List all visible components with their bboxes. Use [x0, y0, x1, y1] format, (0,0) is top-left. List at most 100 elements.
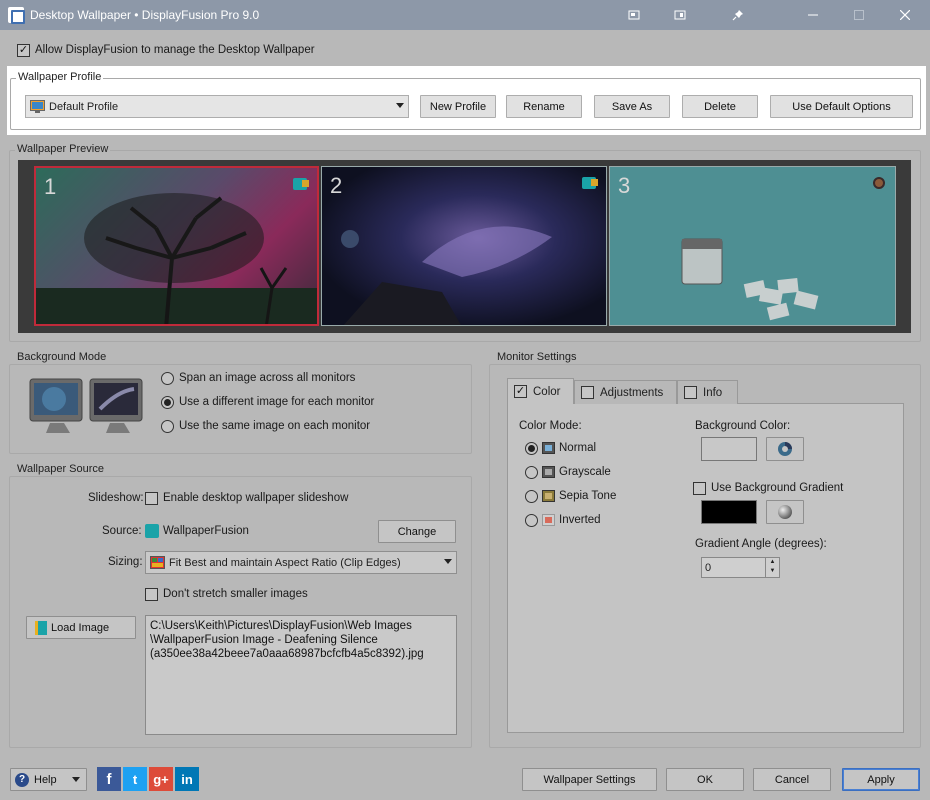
- span-image-radio[interactable]: [161, 372, 174, 385]
- chevron-down-icon: [72, 777, 80, 782]
- twitter-icon[interactable]: t: [123, 767, 147, 791]
- grayscale-mode-icon: [542, 466, 555, 478]
- no-stretch-checkbox[interactable]: [145, 588, 158, 601]
- color-normal-radio[interactable]: [525, 442, 538, 455]
- inverted-mode-icon: [542, 514, 555, 526]
- different-image-radio[interactable]: [161, 396, 174, 409]
- adjustments-tab-checkbox[interactable]: [581, 386, 594, 399]
- color-inverted-radio[interactable]: [525, 514, 538, 527]
- spin-up-icon[interactable]: ▲: [766, 558, 779, 567]
- snap-icon[interactable]: [657, 0, 703, 30]
- monitor-settings-label: Monitor Settings: [495, 351, 579, 363]
- rename-button[interactable]: Rename: [506, 95, 582, 118]
- monitor-profile-icon: [30, 100, 45, 113]
- source-label: Source:: [102, 525, 142, 537]
- linkedin-icon[interactable]: in: [175, 767, 199, 791]
- dual-monitor-icon: [26, 375, 152, 437]
- monitor-3-preview[interactable]: 3: [609, 166, 896, 326]
- minimize-icon[interactable]: [790, 0, 836, 30]
- cancel-button[interactable]: Cancel: [753, 768, 831, 791]
- load-image-label: Load Image: [51, 621, 110, 634]
- help-icon: ?: [15, 772, 29, 787]
- wallpaperfusion-badge-icon: [293, 178, 309, 190]
- save-as-button[interactable]: Save As: [594, 95, 670, 118]
- chevron-down-icon: [396, 103, 404, 108]
- sizing-icon: [150, 556, 165, 569]
- color-grayscale-label: Grayscale: [559, 466, 611, 478]
- window-title: Desktop Wallpaper • DisplayFusion Pro 9.…: [30, 8, 260, 22]
- wallpaper-preview-label: Wallpaper Preview: [15, 143, 111, 155]
- sizing-label: Sizing:: [108, 556, 143, 568]
- use-gradient-checkbox[interactable]: [693, 482, 706, 495]
- manage-wallpaper-checkbox[interactable]: ✓: [17, 44, 30, 57]
- wallpaper-source-label: Wallpaper Source: [15, 463, 107, 475]
- color-sepia-radio[interactable]: [525, 490, 538, 503]
- restore-icon[interactable]: [611, 0, 657, 30]
- use-default-options-button[interactable]: Use Default Options: [770, 95, 913, 118]
- sizing-selected: Fit Best and maintain Aspect Ratio (Clip…: [169, 556, 401, 569]
- background-color-label: Background Color:: [695, 420, 791, 432]
- tab-adjustments-label: Adjustments: [600, 386, 664, 399]
- ok-button[interactable]: OK: [666, 768, 744, 791]
- title-bar: Desktop Wallpaper • DisplayFusion Pro 9.…: [0, 0, 930, 30]
- tab-color-label: Color: [533, 385, 561, 398]
- monitor-3-number: 3: [618, 173, 631, 198]
- wallpaperfusion-badge-icon: [582, 177, 598, 189]
- wallpaper-profile-section: Wallpaper Profile Default Profile New Pr…: [7, 66, 926, 135]
- google-plus-icon[interactable]: g+: [149, 767, 173, 791]
- apply-button[interactable]: Apply: [842, 768, 920, 791]
- same-image-radio[interactable]: [161, 420, 174, 433]
- spin-down-icon[interactable]: ▼: [766, 567, 779, 576]
- maximize-icon: [836, 0, 882, 30]
- monitor-1-number: 1: [44, 174, 57, 199]
- color-picker-button[interactable]: [766, 437, 804, 461]
- sepia-mode-icon: [542, 490, 555, 502]
- monitor-2-number: 2: [330, 173, 343, 198]
- profile-dropdown[interactable]: Default Profile: [25, 95, 409, 118]
- monitor-1-preview[interactable]: 1: [34, 166, 319, 326]
- tab-adjustments[interactable]: Adjustments: [574, 380, 677, 404]
- load-image-button[interactable]: Load Image: [26, 616, 136, 639]
- close-icon[interactable]: [882, 0, 928, 30]
- manage-wallpaper-label: Allow DisplayFusion to manage the Deskto…: [35, 44, 315, 56]
- delete-button[interactable]: Delete: [682, 95, 758, 118]
- gradient-color-swatch[interactable]: [701, 500, 757, 524]
- background-mode-label: Background Mode: [15, 351, 109, 363]
- no-stretch-label: Don't stretch smaller images: [163, 588, 308, 600]
- color-normal-label: Normal: [559, 442, 597, 454]
- help-button[interactable]: ? Help: [10, 768, 87, 791]
- pin-icon[interactable]: [715, 0, 761, 30]
- color-wheel-icon: [778, 442, 792, 456]
- tab-info-label: Info: [703, 386, 723, 399]
- color-grayscale-radio[interactable]: [525, 466, 538, 479]
- gradient-sphere-icon: [778, 505, 792, 519]
- slideshow-checkbox[interactable]: [145, 492, 158, 505]
- color-tab-checkbox[interactable]: ✓: [514, 385, 527, 398]
- new-profile-button[interactable]: New Profile: [420, 95, 496, 118]
- sizing-dropdown[interactable]: Fit Best and maintain Aspect Ratio (Clip…: [145, 551, 457, 574]
- span-image-label: Span an image across all monitors: [179, 372, 356, 384]
- tab-color[interactable]: ✓ Color: [507, 378, 574, 404]
- use-gradient-label: Use Background Gradient: [711, 482, 844, 494]
- different-image-label: Use a different image for each monitor: [179, 396, 375, 408]
- normal-mode-icon: [542, 442, 555, 454]
- image-path-textarea[interactable]: C:\Users\Keith\Pictures\DisplayFusion\We…: [145, 615, 457, 735]
- chevron-down-icon: [444, 559, 452, 564]
- monitor-status-icon: [873, 177, 885, 189]
- gradient-picker-button[interactable]: [766, 500, 804, 524]
- background-color-swatch[interactable]: [701, 437, 757, 461]
- gradient-angle-spinner[interactable]: 0 ▲ ▼: [701, 557, 780, 578]
- displayfusion-app-icon: [8, 7, 25, 24]
- color-inverted-label: Inverted: [559, 514, 601, 526]
- profile-selected: Default Profile: [49, 100, 119, 113]
- slideshow-label: Slideshow:: [88, 492, 144, 504]
- facebook-icon[interactable]: f: [97, 767, 121, 791]
- tab-info[interactable]: Info: [677, 380, 738, 404]
- wallpaper-profile-label: Wallpaper Profile: [16, 71, 104, 83]
- image-file-icon: [35, 620, 47, 635]
- wallpaper-settings-button[interactable]: Wallpaper Settings: [522, 768, 657, 791]
- change-source-button[interactable]: Change: [378, 520, 456, 543]
- monitor-2-preview[interactable]: 2: [321, 166, 607, 326]
- info-tab-checkbox[interactable]: [684, 386, 697, 399]
- wallpaperfusion-icon: [145, 524, 159, 538]
